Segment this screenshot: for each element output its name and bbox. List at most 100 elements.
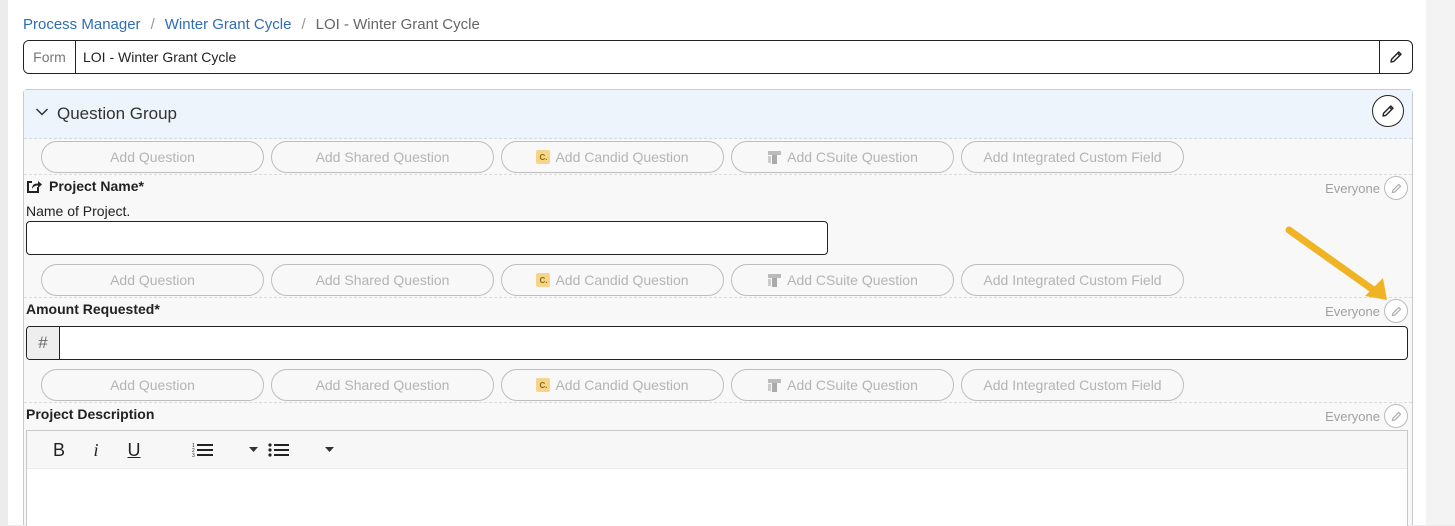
candid-icon: C. [536,378,551,392]
chevron-down-icon[interactable] [35,107,49,117]
add-candid-question-label: Add Candid Question [555,377,689,393]
add-csuite-question-label: Add CSuite Question [787,377,918,393]
csuite-icon [768,273,782,287]
italic-label: i [93,439,99,460]
breadcrumb-current: LOI - Winter Grant Cycle [315,15,480,33]
add-csuite-question-label: Add CSuite Question [787,272,918,288]
group-edit-button[interactable] [1372,95,1404,127]
numbered-list-dropdown[interactable] [247,439,259,461]
add-question-label: Add Question [110,272,195,288]
form-name-field: Form LOI - Winter Grant Cycle [23,40,1413,74]
add-integrated-custom-field-label: Add Integrated Custom Field [983,377,1162,393]
add-integrated-custom-field-button[interactable]: Add Integrated Custom Field [961,141,1184,173]
amount-requested-input[interactable]: # [26,326,1408,360]
external-share-icon [27,180,42,193]
bullet-list-button[interactable] [267,439,291,461]
project-name-help-text: Name of Project. [26,203,131,219]
csuite-icon [768,150,782,164]
audience-label: Everyone [1325,180,1380,196]
breadcrumb-separator: / [150,15,155,33]
audience-project-name: Everyone [1325,176,1408,200]
divider [24,174,1412,175]
csuite-icon [768,378,782,392]
pencil-icon [1391,183,1401,193]
numbered-list-button[interactable]: 123 [191,439,215,461]
project-description-edit-button[interactable] [1384,404,1408,428]
add-shared-question-button[interactable]: Add Shared Question [271,141,494,173]
divider [24,297,1412,298]
underline-button[interactable]: U [125,439,143,461]
add-csuite-question-label: Add CSuite Question [787,149,918,165]
number-prefix: # [27,327,60,359]
form-name-value: LOI - Winter Grant Cycle [83,49,237,65]
add-integrated-custom-field-button[interactable]: Add Integrated Custom Field [961,264,1184,296]
add-candid-question-button[interactable]: C. Add Candid Question [501,141,724,173]
amount-requested-label: Amount Requested* [26,301,160,317]
scroll-area-edge [1426,0,1455,525]
question-label-project-name: Project Name* [26,178,144,194]
add-shared-question-label: Add Shared Question [315,149,450,165]
form-edit-button[interactable] [1379,41,1412,73]
question-group-header[interactable]: Question Group [24,90,1412,139]
add-shared-question-label: Add Shared Question [315,272,450,288]
breadcrumb: Process Manager / Winter Grant Cycle / L… [23,14,480,34]
add-candid-question-button[interactable]: C. Add Candid Question [501,369,724,401]
question-group-title: Question Group [57,104,178,123]
project-name-input[interactable] [26,221,828,255]
add-question-label: Add Question [110,149,195,165]
add-candid-question-button[interactable]: C. Add Candid Question [501,264,724,296]
pencil-icon [1390,51,1402,63]
add-csuite-question-button[interactable]: Add CSuite Question [731,141,954,173]
bullet-list-dropdown[interactable] [323,439,335,461]
numbered-list-icon: 123 [192,443,213,458]
add-question-button[interactable]: Add Question [41,141,264,173]
project-name-label: Project Name* [49,178,144,194]
candid-icon: C. [536,150,551,164]
add-integrated-custom-field-label: Add Integrated Custom Field [983,272,1162,288]
pencil-icon [1391,306,1401,316]
add-shared-question-button[interactable]: Add Shared Question [271,369,494,401]
add-question-button[interactable]: Add Question [41,264,264,296]
project-name-edit-button[interactable] [1384,176,1408,200]
audience-label: Everyone [1325,408,1380,424]
annotation-arrow-icon [1285,226,1387,300]
caret-down-icon [324,447,334,452]
add-question-button[interactable]: Add Question [41,369,264,401]
add-integrated-custom-field-button[interactable]: Add Integrated Custom Field [961,369,1184,401]
project-description-editor[interactable]: B i U 123 [26,430,1408,526]
page: Process Manager / Winter Grant Cycle / L… [8,0,1426,526]
breadcrumb-separator: / [301,15,306,33]
project-description-label: Project Description [26,406,155,422]
question-group: Question Group Add Question Add Shared Q… [23,89,1413,526]
add-candid-question-label: Add Candid Question [555,149,689,165]
candid-icon: C. [536,273,551,287]
caret-down-icon [248,447,258,452]
bold-button[interactable]: B [51,439,67,461]
bullet-list-icon [268,443,289,457]
svg-text:3: 3 [192,453,195,458]
add-question-bar: Add Question Add Shared Question C. Add C… [41,369,1184,401]
add-shared-question-label: Add Shared Question [315,377,450,393]
pencil-icon [1382,105,1394,117]
add-integrated-custom-field-label: Add Integrated Custom Field [983,149,1162,165]
underline-label: U [127,439,141,460]
add-csuite-question-button[interactable]: Add CSuite Question [731,264,954,296]
add-question-label: Add Question [110,377,195,393]
italic-button[interactable]: i [89,439,103,461]
add-question-bar: Add Question Add Shared Question C. Add C… [41,141,1184,173]
divider [24,402,1412,403]
add-question-bar: Add Question Add Shared Question C. Add C… [41,264,1184,296]
audience-project-description: Everyone [1325,404,1408,428]
audience-label: Everyone [1325,303,1380,319]
add-candid-question-label: Add Candid Question [555,272,689,288]
editor-toolbar: B i U 123 [27,431,1407,469]
breadcrumb-winter-grant-cycle[interactable]: Winter Grant Cycle [165,16,292,33]
question-label-amount-requested: Amount Requested* [26,301,160,317]
add-csuite-question-button[interactable]: Add CSuite Question [731,369,954,401]
breadcrumb-process-manager[interactable]: Process Manager [23,16,141,33]
form-prefix-label: Form [24,41,76,73]
bold-label: B [52,439,65,460]
add-shared-question-button[interactable]: Add Shared Question [271,264,494,296]
pencil-icon [1391,411,1401,421]
question-label-project-description: Project Description [26,406,154,422]
